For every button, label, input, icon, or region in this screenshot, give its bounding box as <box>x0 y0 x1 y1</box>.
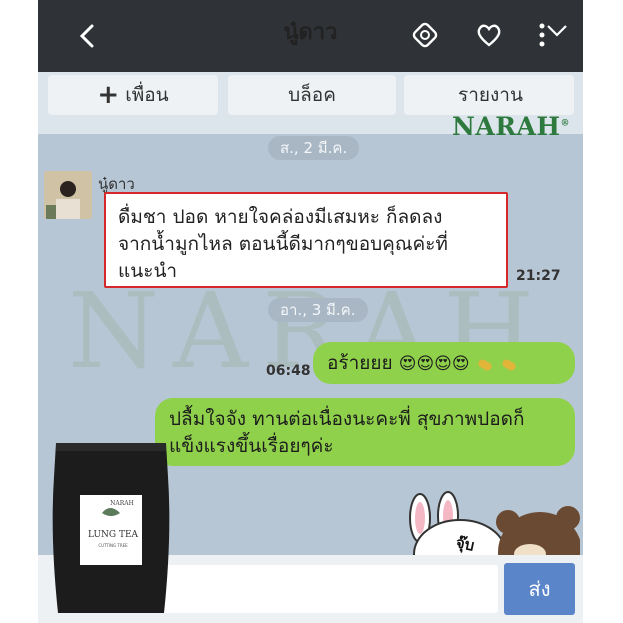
package-name: LUNG TEA <box>87 530 139 540</box>
report-button[interactable]: รายงาน <box>404 75 574 115</box>
avatar[interactable] <box>44 171 92 219</box>
outgoing-message[interactable]: อร้ายยย 😍😍😍😍 <box>313 342 575 384</box>
message-input[interactable] <box>128 565 498 613</box>
add-friend-label: เพื่อน <box>125 84 169 106</box>
bean-icon <box>476 358 493 372</box>
add-friend-button[interactable]: + เพื่อน <box>48 75 218 115</box>
message-line: ดื่มชา ปอด หายใจคล่องมีเสมหะ ก็ลดลง <box>118 206 443 228</box>
heart-icon[interactable] <box>474 20 504 50</box>
emoji-text: 😍😍😍😍 <box>398 354 470 374</box>
message-text: อร้ายยย <box>327 352 393 374</box>
brand-logo: NARAH® <box>452 112 570 141</box>
message-time: 06:48 <box>266 363 311 379</box>
send-button[interactable]: ส่ง <box>504 563 575 615</box>
bear-bunny-sticker[interactable]: จุ๊บ <box>390 488 582 592</box>
incoming-message[interactable]: ดื่มชา ปอด หายใจคล่องมีเสมหะ ก็ลดลง จากน… <box>104 192 508 288</box>
chat-header: นู๋ดาว <box>38 0 583 72</box>
plus-icon: + <box>97 80 120 110</box>
package-subtitle: CUTTING TREE <box>98 543 128 548</box>
bean-icon <box>500 358 517 372</box>
message-line: จากน้ำมูกไหล ตอนนี้ดีมากๆขอบคุณค่ะที่ <box>118 233 448 255</box>
brand-name: NARAH <box>452 112 561 141</box>
message-line: แข็งแรงขึ้นเรื่อยๆค่ะ <box>169 435 334 457</box>
date-divider: อา., 3 มี.ค. <box>268 298 368 322</box>
brand-mark: ® <box>560 118 571 129</box>
message-time: 21:27 <box>516 268 561 284</box>
message-line: แนะนำ <box>118 260 178 282</box>
outgoing-message[interactable]: ปลื้มใจจัง ทานต่อเนื่องนะคะพี่ สุขภาพปอด… <box>155 398 575 466</box>
block-button[interactable]: บล็อค <box>228 75 396 115</box>
lung-tea-package <box>52 443 170 613</box>
message-line: ปลื้มใจจัง ทานต่อเนื่องนะคะพี่ สุขภาพปอด… <box>169 408 525 430</box>
package-brand: NARAH <box>110 500 134 507</box>
sync-icon[interactable] <box>410 20 440 50</box>
more-icon[interactable] <box>530 20 570 50</box>
date-divider: ส., 2 มี.ค. <box>268 136 360 160</box>
